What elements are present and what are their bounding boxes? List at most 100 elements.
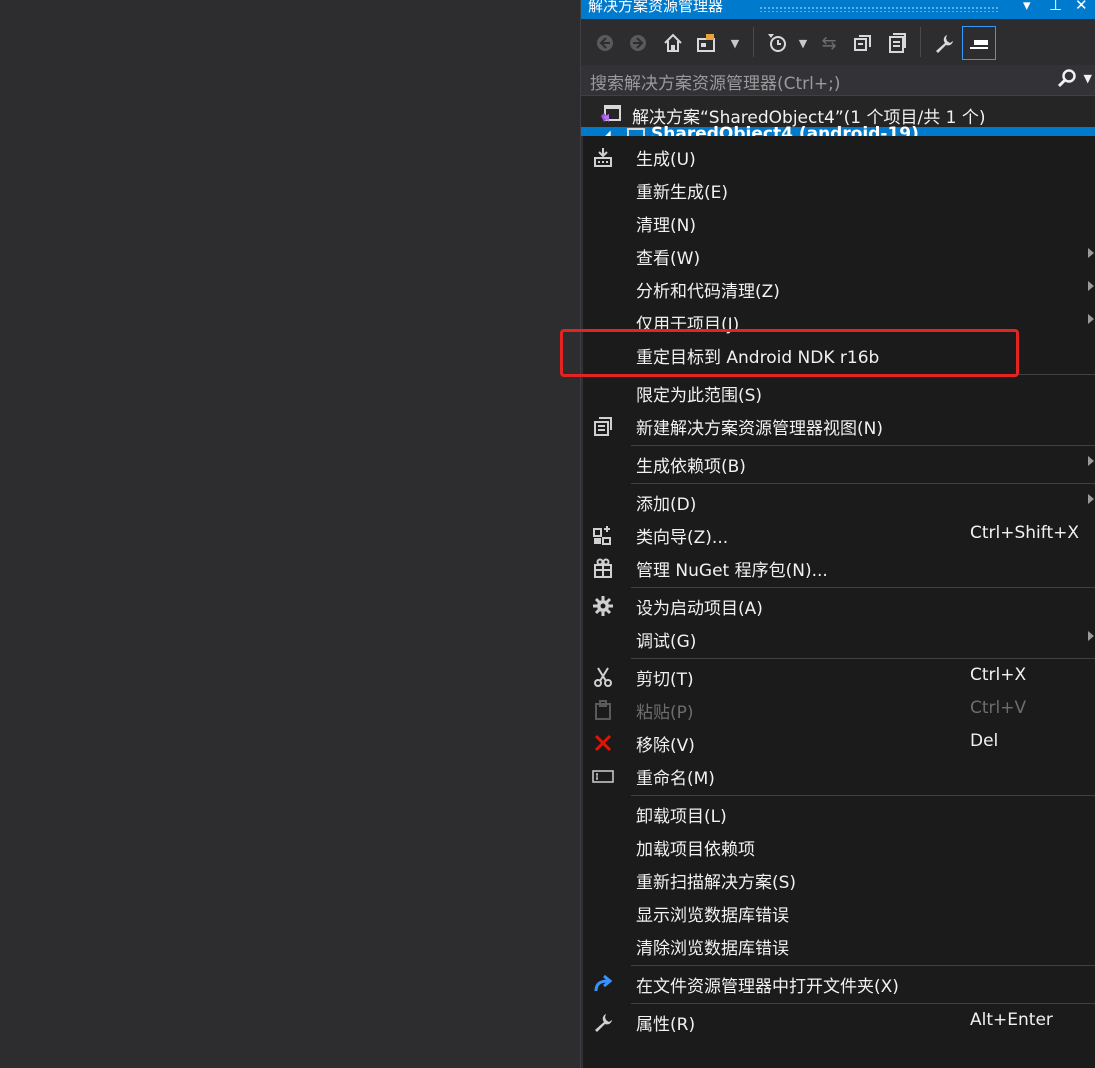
menu-item-label: 粘贴(P) (636, 703, 694, 723)
menu-item-label: 限定为此范围(S) (636, 386, 763, 406)
menu-item-label: 生成依赖项(B) (636, 457, 746, 477)
search-icon[interactable] (1057, 68, 1077, 93)
search-input[interactable]: 搜索解决方案资源管理器(Ctrl+;) (590, 69, 840, 94)
collapse-all-icon[interactable] (851, 31, 875, 55)
submenu-arrow-icon (1088, 314, 1094, 324)
submenu-arrow-icon (1088, 494, 1094, 504)
menu-item-cut[interactable]: 剪切(T) Ctrl+X (583, 660, 1095, 693)
menu-item-rescan-solution[interactable]: 重新扫描解决方案(S) (583, 863, 1095, 896)
annotation-highlight-box (560, 329, 1019, 377)
menu-item-label: 调试(G) (636, 632, 697, 652)
menu-item-show-browse-db-errors[interactable]: 显示浏览数据库错误 (583, 896, 1095, 929)
menu-item-manage-nuget[interactable]: 管理 NuGet 程序包(N)... (583, 551, 1095, 584)
menu-item-view[interactable]: 查看(W) (583, 239, 1095, 272)
show-all-files-icon[interactable] (885, 31, 909, 55)
titlebar-grip[interactable] (759, 6, 999, 12)
menu-item-build-dependencies[interactable]: 生成依赖项(B) (583, 447, 1095, 480)
menu-item-label: 重命名(M) (636, 769, 715, 789)
menu-item-label: 移除(V) (636, 736, 695, 756)
tree-row-project-selected[interactable]: ◢ SharedObject4 (android-19) (581, 124, 1095, 136)
menu-item-label: 属性(R) (636, 1015, 696, 1035)
menu-item-debug[interactable]: 调试(G) (583, 622, 1095, 655)
gear-icon (591, 594, 615, 618)
menu-item-label: 剪切(T) (636, 670, 694, 690)
switch-views-dropdown-icon[interactable]: ▼ (723, 31, 747, 55)
menu-item-label: 查看(W) (636, 249, 701, 269)
filter-dropdown-icon[interactable]: ▼ (791, 31, 815, 55)
menu-item-label: 分析和代码清理(Z) (636, 282, 780, 302)
menu-item-label: 清除浏览数据库错误 (636, 939, 789, 959)
panel-divider[interactable] (580, 0, 581, 1068)
toolbar-separator (753, 27, 754, 57)
menu-item-label: 管理 NuGet 程序包(N)... (636, 561, 828, 581)
menu-item-label: 新建解决方案资源管理器视图(N) (636, 419, 883, 439)
menu-item-label: 重新生成(E) (636, 183, 729, 203)
menu-item-set-startup[interactable]: 设为启动项目(A) (583, 589, 1095, 622)
menu-separator (631, 445, 1095, 446)
preview-selected-items-icon[interactable] (962, 26, 996, 60)
panel-title: 解决方案资源管理器 (588, 0, 724, 15)
sync-with-document-icon[interactable]: ⇆ (817, 31, 841, 55)
menu-item-label: 重新扫描解决方案(S) (636, 873, 797, 893)
menu-item-analyze[interactable]: 分析和代码清理(Z) (583, 272, 1095, 305)
tree-row-solution[interactable]: 解决方案“SharedObject4”(1 个项目/共 1 个) (581, 102, 1095, 128)
submenu-arrow-icon (1088, 456, 1094, 466)
menu-item-shortcut: Ctrl+X (970, 665, 1027, 685)
pin-icon[interactable]: ⊥ (1049, 0, 1062, 13)
submenu-arrow-icon (1088, 281, 1094, 291)
submenu-arrow-icon (1088, 248, 1094, 258)
menu-item-scope-to-this[interactable]: 限定为此范围(S) (583, 376, 1095, 409)
menu-separator (631, 483, 1095, 484)
menu-item-rename[interactable]: 重命名(M) (583, 759, 1095, 792)
solution-explorer-search[interactable]: 搜索解决方案资源管理器(Ctrl+;) ▼ (581, 65, 1095, 96)
editor-empty-area (0, 0, 580, 1068)
submenu-arrow-icon (1088, 631, 1094, 641)
paste-icon (591, 698, 615, 722)
menu-item-open-in-explorer[interactable]: 在文件资源管理器中打开文件夹(X) (583, 967, 1095, 1000)
menu-item-label: 加载项目依赖项 (636, 840, 755, 860)
menu-item-clear-browse-db-errors[interactable]: 清除浏览数据库错误 (583, 929, 1095, 962)
menu-item-add[interactable]: 添加(D) (583, 485, 1095, 518)
build-icon (591, 145, 615, 169)
open-folder-icon (591, 972, 615, 996)
menu-item-remove[interactable]: 移除(V) Del (583, 726, 1095, 759)
menu-item-new-explorer-view[interactable]: 新建解决方案资源管理器视图(N) (583, 409, 1095, 442)
menu-item-label: 添加(D) (636, 495, 697, 515)
menu-item-properties[interactable]: 属性(R) Alt+Enter (583, 1005, 1095, 1038)
menu-item-label: 生成(U) (636, 150, 696, 170)
solution-tree: 解决方案“SharedObject4”(1 个项目/共 1 个) ◢ Share… (581, 96, 1095, 136)
menu-item-label: 类向导(Z)... (636, 528, 729, 548)
menu-item-clean[interactable]: 清理(N) (583, 206, 1095, 239)
solution-explorer-titlebar: 解决方案资源管理器 ▾ ⊥ ✕ (581, 0, 1095, 19)
menu-item-paste: 粘贴(P) Ctrl+V (583, 693, 1095, 726)
scissors-icon (591, 665, 615, 689)
menu-item-class-wizard[interactable]: 类向导(Z)... Ctrl+Shift+X (583, 518, 1095, 551)
pending-changes-filter-icon[interactable] (765, 31, 789, 55)
menu-item-shortcut: Ctrl+Shift+X (970, 523, 1080, 543)
menu-item-unload-project[interactable]: 卸载项目(L) (583, 797, 1095, 830)
rename-icon (591, 764, 615, 788)
expand-arrow-icon[interactable]: ◢ (603, 129, 611, 136)
menu-separator (631, 658, 1095, 659)
search-options-dropdown-icon[interactable]: ▼ (1084, 72, 1092, 85)
menu-item-label: 设为启动项目(A) (636, 599, 763, 619)
menu-item-shortcut: Ctrl+V (970, 698, 1027, 718)
home-icon[interactable] (661, 31, 685, 55)
menu-item-build[interactable]: 生成(U) (583, 140, 1095, 173)
switch-views-icon[interactable] (696, 31, 720, 55)
window-position-dropdown-icon[interactable]: ▾ (1023, 0, 1031, 13)
menu-item-rebuild[interactable]: 重新生成(E) (583, 173, 1095, 206)
solution-icon (600, 105, 621, 123)
menu-item-shortcut: Del (970, 731, 999, 751)
project-icon (627, 128, 645, 136)
properties-wrench-icon[interactable] (932, 31, 956, 55)
forward-icon[interactable] (626, 31, 650, 55)
nuget-package-icon (591, 556, 615, 580)
back-icon[interactable] (593, 31, 617, 55)
close-icon[interactable]: ✕ (1075, 0, 1088, 13)
menu-item-load-dependencies[interactable]: 加载项目依赖项 (583, 830, 1095, 863)
wrench-icon (591, 1010, 615, 1034)
solution-explorer-toolbar: ▼ ▼ ⇆ (581, 19, 1095, 65)
menu-item-label: 显示浏览数据库错误 (636, 906, 789, 926)
menu-item-shortcut: Alt+Enter (970, 1010, 1053, 1030)
